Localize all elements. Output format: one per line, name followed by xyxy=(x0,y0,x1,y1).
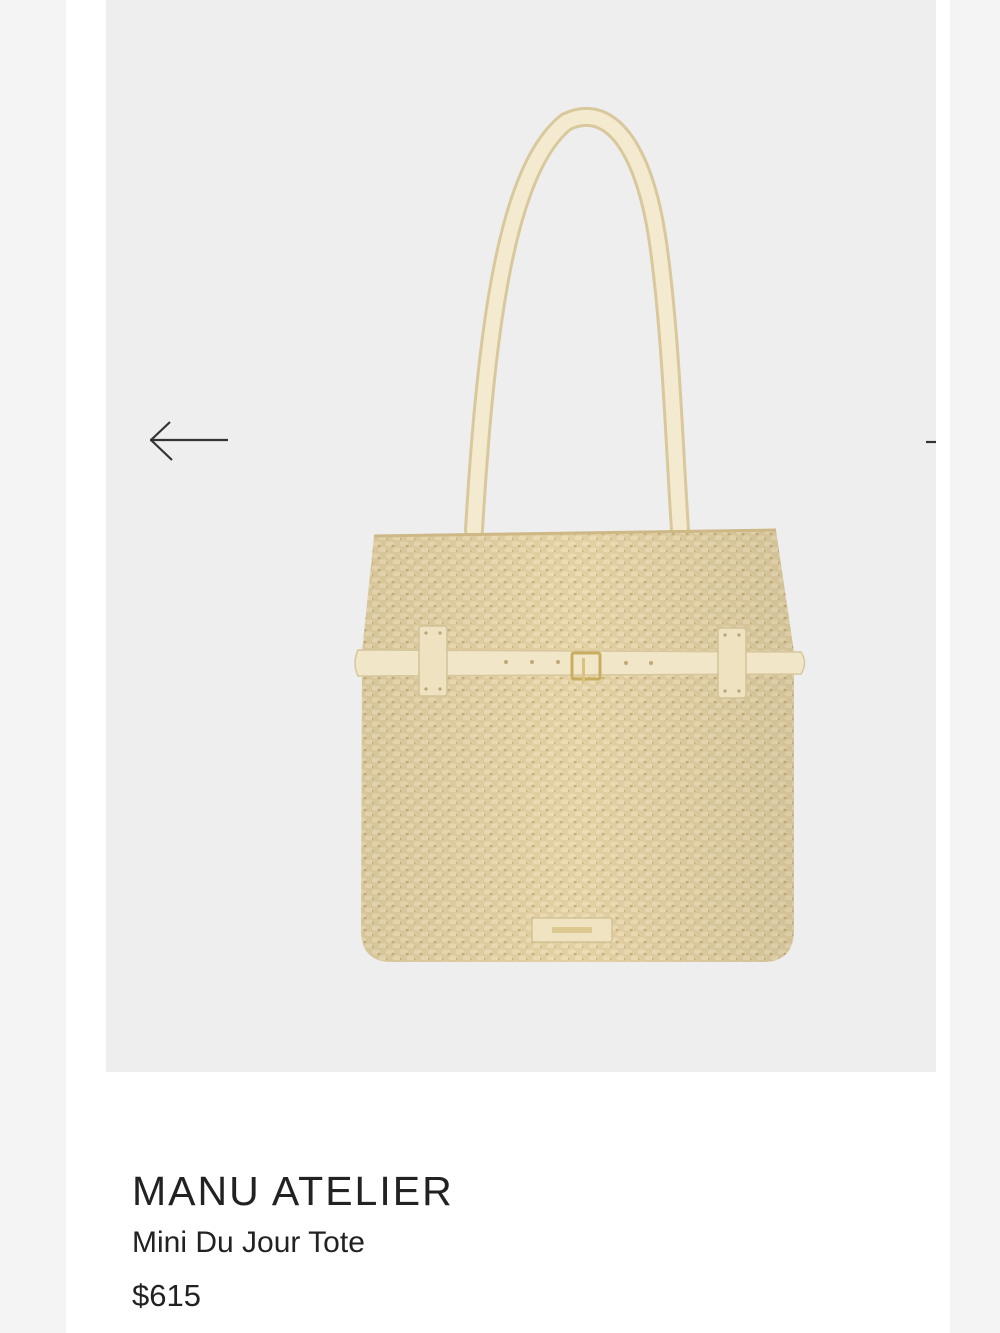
product-name[interactable]: Mini Du Jour Tote xyxy=(132,1223,912,1263)
next-slide-peek xyxy=(950,0,1000,1333)
product-page: MANU ATELIER Mini Du Jour Tote $615 xyxy=(0,0,1000,1333)
belt-tab-right xyxy=(717,627,747,699)
previous-slide-peek xyxy=(0,0,66,1333)
product-image[interactable] xyxy=(106,0,936,1072)
brand-name[interactable]: MANU ATELIER xyxy=(132,1165,912,1217)
product-info: MANU ATELIER Mini Du Jour Tote $615 xyxy=(132,1165,912,1317)
previous-image-button[interactable] xyxy=(148,418,238,468)
product-price: $615 xyxy=(132,1278,201,1313)
next-image-button[interactable] xyxy=(918,418,942,468)
belt-tab-left xyxy=(418,625,448,697)
arrow-right-icon xyxy=(926,440,936,444)
shoulder-strap xyxy=(467,109,687,537)
tote-bag-illustration xyxy=(354,106,806,962)
arrow-left-icon xyxy=(149,421,228,461)
